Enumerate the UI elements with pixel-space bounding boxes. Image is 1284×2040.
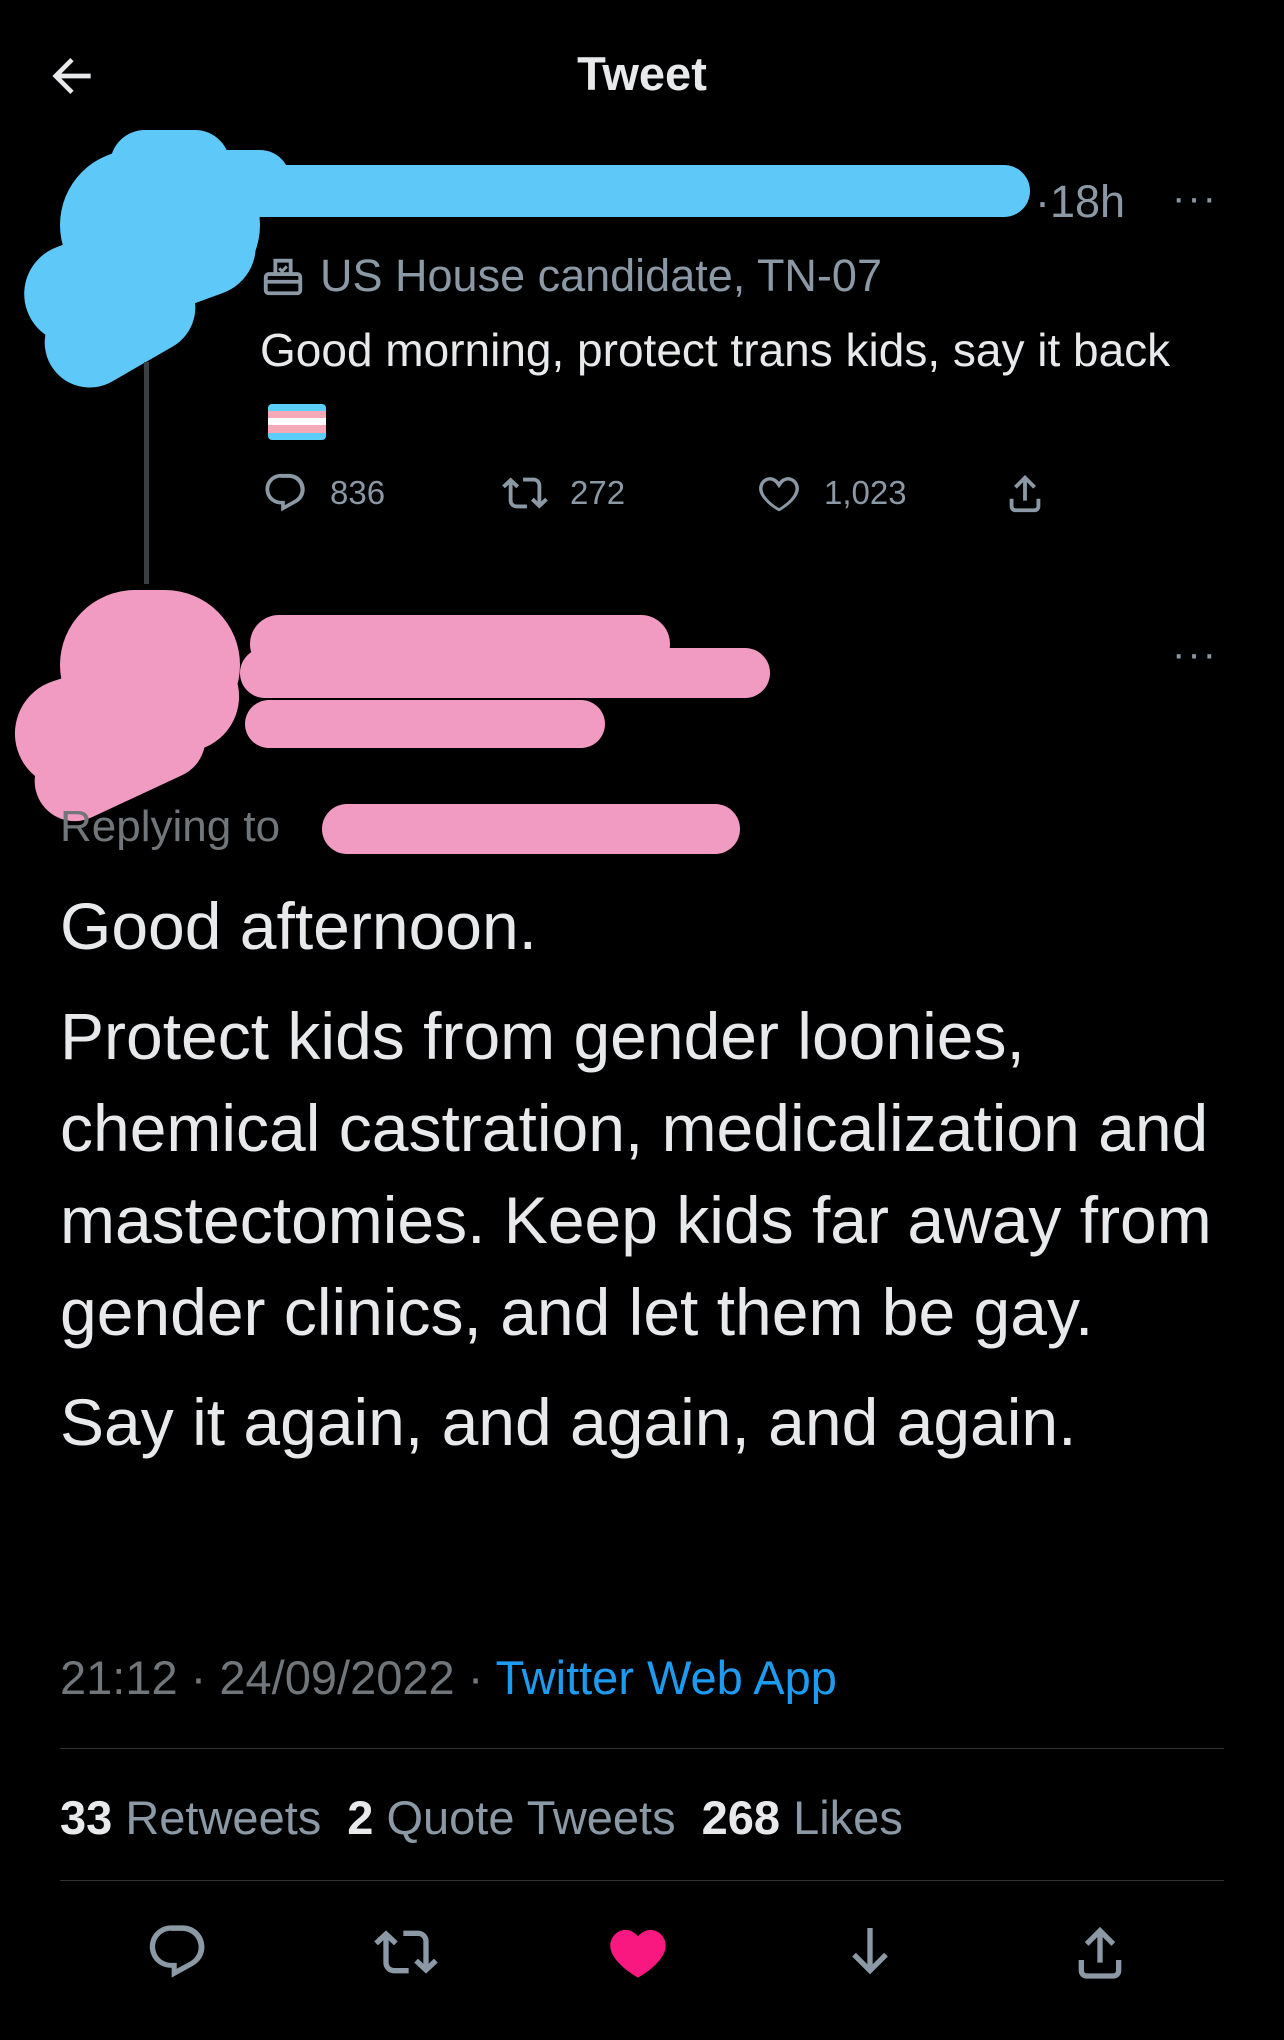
parent-timestamp[interactable]: ·18h [1035,176,1125,228]
parent-tweet-text: Good morning, protect trans kids, say it… [260,316,1220,452]
reply-button[interactable] [145,1920,209,1984]
retweet-button[interactable] [374,1920,438,1984]
parent-retweet-count: 272 [570,474,626,511]
reply-paragraph: Say it again, and again, and again. [60,1385,1077,1459]
heart-outline-icon [759,477,799,512]
thread-connector-line [144,362,149,584]
retweets-stat[interactable]: 33 Retweets [60,1790,321,1845]
reply-paragraph: Protect kids from gender loonies, chemic… [60,999,1212,1349]
retweet-icon [374,1930,438,1974]
parent-reply-button[interactable]: 836 [262,470,385,516]
reply-paragraph: Good afternoon. [60,889,538,963]
divider [60,1748,1224,1749]
transgender-flag-icon [268,403,326,440]
share-button[interactable] [1068,1920,1132,1984]
likes-stat[interactable]: 268 Likes [702,1790,903,1845]
bookmark-download-button[interactable] [838,1920,902,1984]
divider [60,1880,1224,1881]
engagement-stats: 33 Retweets 2 Quote Tweets 268 Likes [60,1790,903,1845]
arrow-down-icon [852,1928,888,1975]
like-button[interactable] [606,1920,670,1984]
parent-more-options-icon[interactable]: ··· [1172,176,1218,221]
quote-tweets-stat[interactable]: 2 Quote Tweets [347,1790,675,1845]
tweet-time[interactable]: 21:12 [60,1651,178,1704]
parent-retweet-button[interactable]: 272 [502,470,625,516]
page-title: Tweet [577,47,707,100]
tweet-source-link[interactable]: Twitter Web App [496,1651,837,1704]
candidate-label-text: US House candidate, TN-07 [320,250,882,301]
reply-more-options-icon[interactable]: ··· [1172,632,1218,677]
share-icon [1009,474,1041,513]
retweet-icon [502,477,548,509]
candidate-label: US House candidate, TN-07 [260,248,882,304]
tweet-metadata: 21:12 · 24/09/2022 · Twitter Web App [60,1651,837,1704]
tweet-date[interactable]: 24/09/2022 [219,1651,454,1704]
parent-share-button[interactable] [1002,470,1048,516]
parent-reply-count: 836 [330,474,386,511]
reply-tweet-text: Good afternoon. Protect kids from gender… [60,880,1220,1486]
reply-icon [149,1925,205,1978]
parent-like-count: 1,023 [824,474,907,511]
reply-icon [265,473,305,512]
heart-filled-icon [610,1929,666,1978]
share-icon [1078,1926,1122,1979]
replying-to-label: Replying to [60,802,281,851]
parent-like-button[interactable]: 1,023 [756,470,907,516]
ballot-box-icon [263,258,303,296]
